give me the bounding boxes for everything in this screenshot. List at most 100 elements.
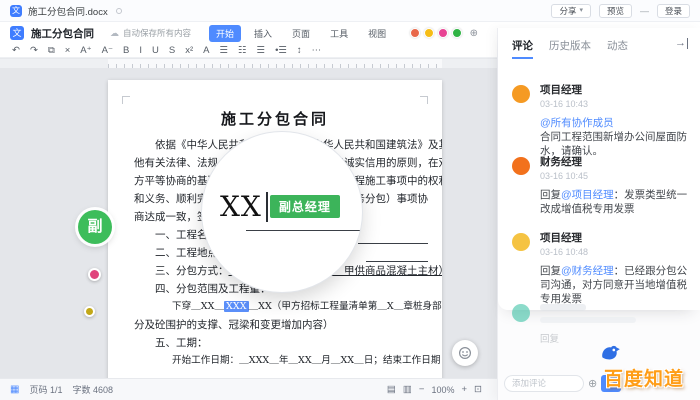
panel-tab-comments[interactable]: 评论: [512, 38, 533, 59]
zoom-controls: ▤ ▥ − 100% + ⊡: [387, 384, 482, 395]
share-button[interactable]: 分享 ▾: [551, 3, 591, 18]
avatar: [512, 304, 530, 322]
titlebar: 文 施工分包合同.docx 分享 ▾ 预览 — 登录: [0, 0, 700, 22]
collaborator-dot: [88, 268, 101, 281]
page-view-icon: ▦: [10, 384, 20, 395]
clause-text: 下穿＿XX＿: [172, 301, 225, 312]
comment-author: 财务经理: [540, 156, 582, 168]
zoom-out-icon[interactable]: −: [419, 384, 425, 395]
margin-mark: [122, 96, 130, 104]
comment-item-faded: 回复: [512, 304, 688, 345]
assistant-fab[interactable]: [452, 340, 478, 366]
view-mode-icon[interactable]: ▥: [403, 384, 412, 395]
mention-link[interactable]: @项目经理: [561, 189, 614, 201]
underline-icon[interactable]: U: [152, 44, 159, 57]
format-painter-icon[interactable]: ⧉: [48, 44, 55, 57]
comment-time: 03-16 10:43: [540, 99, 589, 109]
titlebar-actions: 分享 ▾ 预览 — 登录: [551, 3, 690, 18]
collaborator-avatar[interactable]: [423, 28, 434, 38]
undo-icon[interactable]: ↶: [12, 44, 20, 57]
comment-item[interactable]: 财务经理 03-16 10:45 回复@项目经理：发票类型统一改成增值税专用发票: [512, 156, 688, 216]
lens-content: XX 副总经理: [220, 190, 340, 223]
collapse-panel-icon[interactable]: →: [675, 38, 688, 49]
mention-link[interactable]: @财务经理: [561, 265, 614, 277]
collaborator-avatars: ⊕: [409, 28, 478, 39]
zoom-in-icon[interactable]: +: [461, 384, 467, 395]
lens-text: XX: [220, 190, 262, 223]
remote-selection-highlight: XXX: [224, 301, 249, 312]
comment-item[interactable]: 项目经理 03-16 10:48 回复@财务经理：已经跟分包公司沟通，对方同意开…: [512, 232, 688, 306]
line-spacing-icon[interactable]: ↕: [297, 44, 302, 57]
align-center-icon[interactable]: ☷: [238, 44, 247, 57]
margin-mark: [420, 96, 428, 104]
comment-text: 合同工程范围新增办公间屋面防水，请确认。: [540, 131, 687, 157]
panel-tab-history[interactable]: 历史版本: [549, 38, 591, 57]
view-mode-icon[interactable]: ▤: [387, 384, 396, 395]
comments-card: 评论 历史版本 动态 → 项目经理 03-16 10:43 @所有协作成员 合同…: [498, 28, 700, 310]
collaborator-avatar[interactable]: [437, 28, 448, 38]
login-button-label: 登录: [664, 5, 682, 16]
comment-input[interactable]: [504, 374, 584, 392]
collaborator-cursor-label: 副总经理: [269, 195, 340, 218]
more-tools-icon[interactable]: ⋯: [312, 44, 322, 57]
fit-page-icon[interactable]: ⊡: [474, 384, 482, 395]
comment-item[interactable]: 项目经理 03-16 10:43 @所有协作成员 合同工程范围新增办公间屋面防水…: [512, 84, 688, 158]
doc-clause-5-detail: 开始工作日期：＿XXX＿年＿XX＿月＿XX＿日；结束工作日期：＿XXX: [172, 355, 442, 366]
align-right-icon[interactable]: ☰: [257, 44, 266, 57]
comment-main: 项目经理 03-16 10:48 回复@财务经理：已经跟分包公司沟通，对方同意开…: [540, 232, 688, 306]
font-size-down-icon[interactable]: A⁻: [102, 44, 113, 57]
clear-format-icon[interactable]: ×: [65, 44, 71, 57]
comment-body: 回复@项目经理：发票类型统一改成增值税专用发票: [540, 188, 688, 216]
collaborator-avatar[interactable]: [409, 28, 420, 38]
chevron-down-icon: ▾: [579, 6, 583, 14]
autosave-indicator: ☁ 自动保存所有内容: [110, 27, 191, 39]
autosave-label: 自动保存所有内容: [123, 28, 192, 38]
blank-underline: [358, 243, 428, 244]
comments-panel: 评论 历史版本 动态 → 项目经理 03-16 10:43 @所有协作成员 合同…: [497, 28, 700, 400]
superscript-icon[interactable]: x²: [185, 44, 193, 57]
comment-main: 财务经理 03-16 10:45 回复@项目经理：发票类型统一改成增值税专用发票: [540, 156, 688, 216]
clause-label: 三、分包方式：: [155, 265, 229, 277]
avatar: [512, 85, 530, 103]
tab-view[interactable]: 视图: [361, 25, 393, 42]
comment-main: 项目经理 03-16 10:43 @所有协作成员 合同工程范围新增办公间屋面防水…: [540, 84, 688, 158]
doc-tab-icon: 文: [10, 4, 22, 17]
strikethrough-icon[interactable]: S: [169, 44, 175, 57]
collaborator-dot: [84, 306, 95, 317]
mention-link[interactable]: @所有协作成员: [540, 116, 688, 130]
app-logo-icon: 文: [10, 26, 24, 40]
panel-tab-activity[interactable]: 动态: [607, 38, 628, 57]
comment-body: 回复@财务经理：已经跟分包公司沟通，对方同意开当地增值税专用发票: [540, 264, 688, 306]
font-color-icon[interactable]: A: [203, 44, 209, 57]
tab-insert[interactable]: 插入: [247, 25, 279, 42]
invite-icon[interactable]: ⊕: [470, 28, 478, 39]
comment-author: 项目经理: [540, 84, 582, 96]
doc-tab-title[interactable]: 施工分包合同.docx: [28, 4, 108, 18]
app-window: 文 施工分包合同.docx 分享 ▾ 预览 — 登录 文 施工分包合同 ☁ 自动…: [0, 0, 700, 400]
panel-header: 评论 历史版本 动态 →: [512, 38, 688, 59]
emoji-icon[interactable]: ⊕: [588, 377, 597, 390]
tab-page[interactable]: 页面: [285, 25, 317, 42]
magnifier-lens: XX 副总经理: [202, 132, 362, 292]
list-bullet-icon[interactable]: •☰: [275, 44, 287, 57]
italic-icon[interactable]: I: [139, 44, 142, 57]
share-button-label: 分享: [559, 5, 577, 16]
font-size-up-icon[interactable]: A⁺: [80, 44, 91, 57]
collaborator-avatar[interactable]: [451, 28, 462, 38]
faded-text-bar: [540, 317, 636, 323]
preview-button[interactable]: 预览: [598, 3, 632, 18]
faded-text-bar: [540, 304, 586, 311]
remote-cursor-caret: [265, 191, 268, 222]
tab-tools[interactable]: 工具: [323, 25, 355, 42]
send-comment-button[interactable]: ▶: [601, 374, 622, 392]
clause-text: ＿XX（甲方招标工程量清单第＿X＿章桩身部: [248, 301, 442, 312]
zoom-level: 100%: [431, 384, 455, 395]
doc-clause-5: 五、工期：: [155, 337, 208, 349]
tab-home[interactable]: 开始: [209, 24, 242, 42]
bold-icon[interactable]: B: [123, 44, 129, 57]
reply-button[interactable]: 回复: [540, 331, 688, 345]
login-button[interactable]: 登录: [656, 3, 690, 18]
align-left-icon[interactable]: ☰: [219, 44, 228, 57]
robot-icon: [458, 346, 472, 360]
redo-icon[interactable]: ↷: [30, 44, 38, 57]
